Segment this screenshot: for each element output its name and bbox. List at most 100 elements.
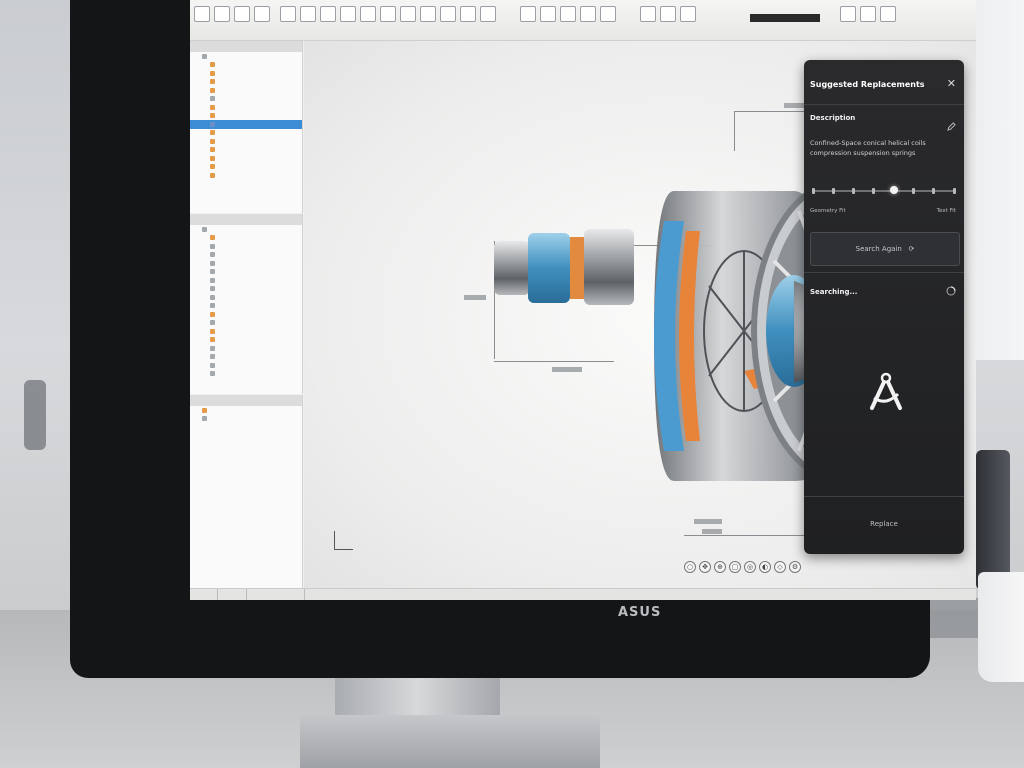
monitor-stand-base — [300, 715, 600, 768]
tree-item[interactable] — [190, 406, 302, 415]
ribbon-group-tools — [840, 6, 896, 30]
ribbon-tool-icon[interactable] — [580, 6, 596, 22]
tree-item[interactable] — [190, 146, 302, 155]
tree-item[interactable] — [190, 327, 302, 336]
display-icon[interactable]: ◇ — [774, 561, 786, 573]
settings-icon[interactable]: ⚙ — [789, 561, 801, 573]
tree-item[interactable] — [190, 259, 302, 268]
ribbon-tool-icon[interactable] — [194, 6, 210, 22]
slider-thumb[interactable] — [890, 186, 898, 194]
ribbon-tool-icon[interactable] — [680, 6, 696, 22]
property-icon — [202, 407, 207, 413]
feature-icon — [210, 172, 215, 178]
description-text: Confined-Space conical helical coils com… — [810, 139, 926, 157]
part-icon — [210, 320, 215, 326]
ribbon-tool-icon[interactable] — [254, 6, 270, 22]
ribbon-tool-icon[interactable] — [860, 6, 876, 22]
status-tab[interactable] — [190, 589, 219, 600]
replace-button[interactable]: Replace — [804, 502, 964, 546]
ribbon-tool-icon[interactable] — [420, 6, 436, 22]
tree-item[interactable] — [190, 69, 302, 78]
ribbon-tool-icon[interactable] — [300, 6, 316, 22]
tree-item[interactable] — [190, 336, 302, 345]
slider-tick — [832, 188, 835, 194]
ribbon-tool-icon[interactable] — [520, 6, 536, 22]
ribbon-tool-icon[interactable] — [400, 6, 416, 22]
part-icon — [210, 354, 215, 360]
fit-slider[interactable] — [812, 186, 956, 194]
close-icon[interactable]: ✕ — [947, 78, 956, 89]
ribbon-tool-icon[interactable] — [640, 6, 656, 22]
tree-item[interactable] — [190, 234, 302, 243]
tree-item[interactable] — [190, 61, 302, 70]
tree-item[interactable] — [190, 353, 302, 362]
tree-item-selected[interactable] — [190, 120, 302, 129]
tree-item[interactable] — [190, 361, 302, 370]
tree-item[interactable] — [190, 129, 302, 138]
tree-item[interactable] — [190, 276, 302, 285]
ribbon-tool-icon[interactable] — [840, 6, 856, 22]
refresh-icon: ⟳ — [904, 245, 915, 253]
ribbon-tool-icon[interactable] — [360, 6, 376, 22]
look-icon[interactable]: ◎ — [744, 561, 756, 573]
ribbon-tool-icon[interactable] — [234, 6, 250, 22]
tree-item[interactable] — [190, 242, 302, 251]
tree-item[interactable] — [190, 103, 302, 112]
ribbon-tool-icon[interactable] — [280, 6, 296, 22]
tree-item[interactable] — [190, 293, 302, 302]
slider-tick — [932, 188, 935, 194]
tree-item[interactable] — [190, 302, 302, 311]
status-tab[interactable] — [218, 589, 247, 600]
zoom-icon[interactable]: ⊕ — [714, 561, 726, 573]
tree-item[interactable] — [190, 285, 302, 294]
part-icon — [210, 286, 215, 292]
slider-tick — [872, 188, 875, 194]
folder-icon — [202, 53, 207, 59]
pan-icon[interactable]: ✥ — [699, 561, 711, 573]
search-again-button[interactable]: Search Again ⟳ — [810, 232, 960, 266]
divider — [804, 104, 964, 105]
tree-item[interactable] — [190, 112, 302, 121]
ribbon-tool-icon[interactable] — [320, 6, 336, 22]
ribbon-tool-icon[interactable] — [540, 6, 556, 22]
ribbon-tool-icon[interactable] — [340, 6, 356, 22]
ribbon-tool-icon[interactable] — [480, 6, 496, 22]
tree-item[interactable] — [190, 163, 302, 172]
ribbon-group-modify — [520, 6, 616, 30]
tree-item[interactable] — [190, 78, 302, 87]
axis-triad — [334, 531, 353, 550]
tree-item[interactable] — [190, 95, 302, 104]
tree-item[interactable] — [190, 171, 302, 180]
feature-icon — [210, 164, 215, 170]
ribbon-group-sketch — [280, 6, 376, 30]
section-icon[interactable]: ◐ — [759, 561, 771, 573]
tree-item[interactable] — [190, 137, 302, 146]
tree-item[interactable] — [190, 268, 302, 277]
ribbon-tool-icon[interactable] — [660, 6, 676, 22]
edit-icon[interactable] — [947, 122, 956, 131]
ribbon-tool-icon[interactable] — [880, 6, 896, 22]
ribbon-tool-icon[interactable] — [214, 6, 230, 22]
feature-icon — [210, 70, 215, 76]
tree-item[interactable] — [190, 225, 302, 234]
ribbon-tool-icon[interactable] — [440, 6, 456, 22]
tree-item[interactable] — [190, 370, 302, 379]
slider-right-label: Text Fit — [936, 208, 956, 214]
tree-item[interactable] — [190, 415, 302, 424]
ribbon-tool-icon[interactable] — [460, 6, 476, 22]
feature-icon — [210, 113, 215, 119]
ribbon-tool-icon[interactable] — [380, 6, 396, 22]
ribbon-tool-icon[interactable] — [600, 6, 616, 22]
ribbon-tool-icon[interactable] — [560, 6, 576, 22]
tree-item[interactable] — [190, 154, 302, 163]
fit-icon[interactable]: ▢ — [729, 561, 741, 573]
tree-item[interactable] — [190, 310, 302, 319]
tree-item[interactable] — [190, 319, 302, 328]
tree-item[interactable] — [190, 251, 302, 260]
tree-item[interactable] — [190, 52, 302, 61]
tree-item[interactable] — [190, 344, 302, 353]
tree-item[interactable] — [190, 86, 302, 95]
orbit-icon[interactable]: ○ — [684, 561, 696, 573]
ribbon-dark-field — [750, 14, 820, 22]
status-tab[interactable] — [247, 589, 306, 600]
